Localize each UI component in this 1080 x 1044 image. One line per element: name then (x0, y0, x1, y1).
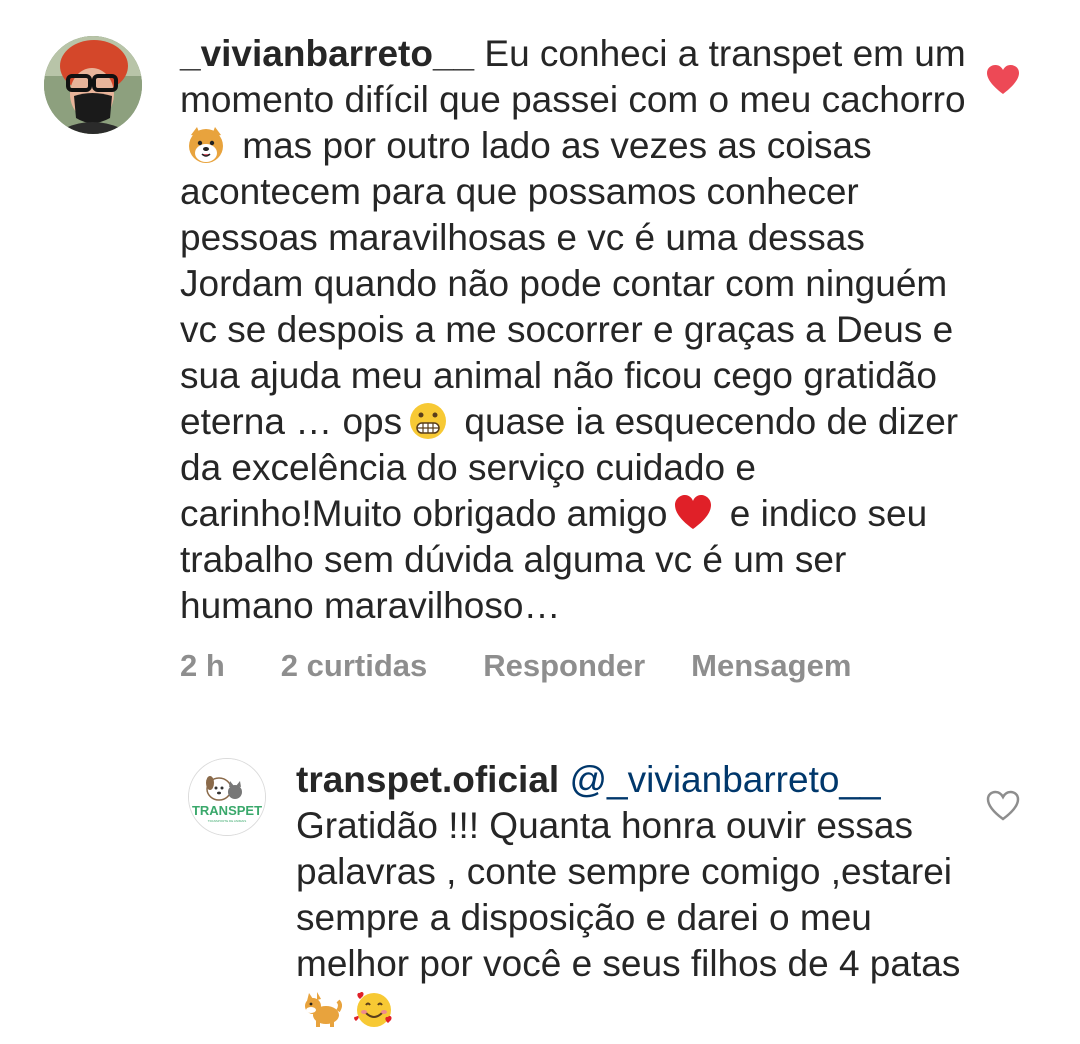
like-heart-icon[interactable] (986, 64, 1020, 96)
like-heart-outline-icon[interactable] (986, 790, 1020, 822)
transpet-logo: TRANSPET TRANSPORTE DE ANIMAIS (189, 759, 265, 835)
comment-text: _vivianbarreto__ Eu conheci a transpet e… (180, 31, 970, 629)
comment-meta: 2 h 2 curtidas Responder Mensagem (180, 644, 851, 688)
reply-text: transpet.oficial @_vivianbarreto__ Grati… (296, 757, 976, 1033)
avatar[interactable]: TRANSPET TRANSPORTE DE ANIMAIS (188, 758, 266, 836)
grimacing-face-emoji (410, 403, 447, 440)
avatar[interactable] (44, 36, 142, 134)
likes-count-link[interactable]: 2 curtidas (281, 648, 427, 684)
logo-wordmark: TRANSPET (192, 803, 262, 818)
comment-username[interactable]: _vivianbarreto__ (180, 33, 474, 74)
smiling-face-with-hearts-emoji (354, 992, 392, 1028)
comment-time: 2 h (180, 648, 225, 683)
shiba-dog-emoji (305, 992, 342, 1028)
reply-button[interactable]: Responder (483, 648, 645, 684)
reply-username[interactable]: transpet.oficial (296, 759, 559, 800)
svg-text:TRANSPORTE DE ANIMAIS: TRANSPORTE DE ANIMAIS (208, 819, 246, 823)
message-button[interactable]: Mensagem (691, 648, 851, 684)
reply-body: Gratidão !!! Quanta honra ouvir essas pa… (296, 805, 961, 984)
user-photo (44, 36, 142, 134)
red-heart-emoji (675, 495, 712, 530)
comment-body-part: mas por outro lado as vezes as coisas ac… (180, 125, 954, 442)
mention-link[interactable]: @_vivianbarreto__ (569, 759, 880, 800)
dog-face-emoji (189, 127, 223, 164)
